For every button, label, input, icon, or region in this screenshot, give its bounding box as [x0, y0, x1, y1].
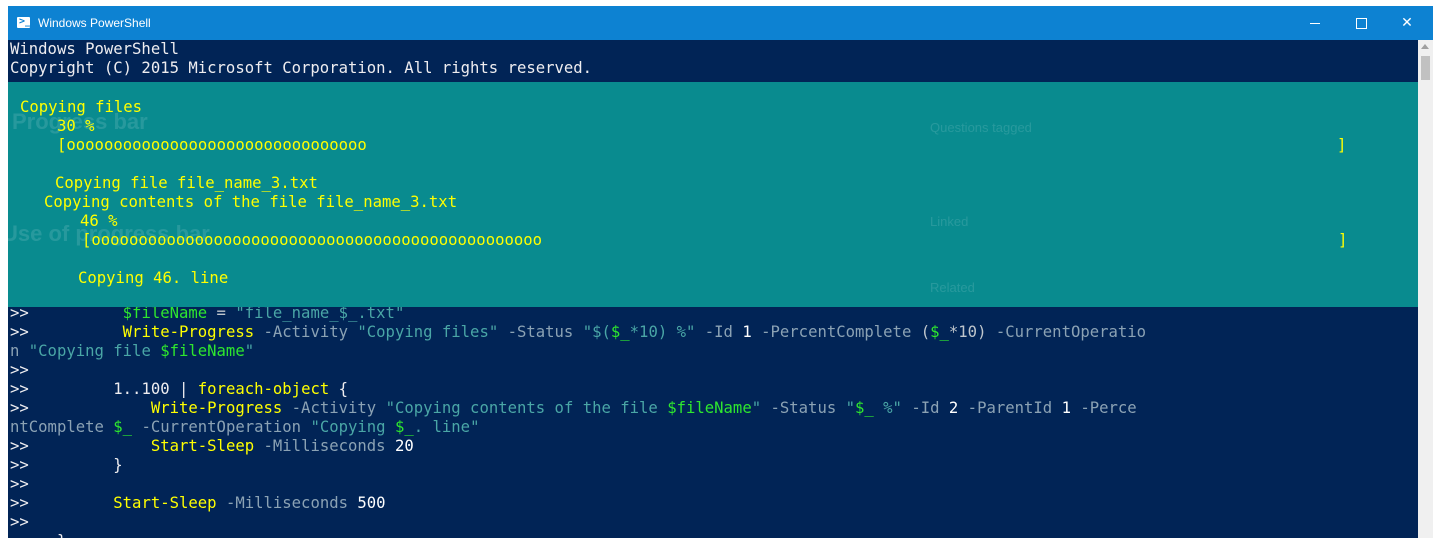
console-line: >> Start-Sleep -Milliseconds 500	[10, 494, 386, 513]
progress-status: 46 %	[80, 212, 118, 230]
script-variable: $_	[855, 399, 874, 417]
progress-activity: Copying files	[20, 98, 143, 116]
progress-bar: [ooooooooooooooooooooooooooooooooooooooo…	[82, 231, 542, 250]
console-line: >> Write-Progress -Activity "Copying con…	[10, 399, 1137, 418]
background-side-text: Linked	[930, 214, 969, 229]
script-string: "Copying files"	[357, 323, 499, 341]
script-string: "	[244, 342, 255, 360]
script-parameter: ntComplete	[10, 418, 114, 436]
background-side-text: Questions tagged	[930, 120, 1032, 135]
console-header-line: Windows PowerShell	[10, 40, 179, 58]
script-parameter: -Id	[695, 323, 743, 341]
script-parameter: -Activity	[254, 323, 358, 341]
script-variable: $_	[394, 418, 414, 436]
script-operator: (	[920, 323, 931, 341]
script-parameter: -CurrentOperatio	[986, 323, 1147, 341]
continuation-prompt: >>	[10, 399, 29, 417]
script-string: %"	[873, 399, 902, 417]
maximize-button[interactable]	[1338, 6, 1384, 40]
console-line: >> Start-Sleep -Milliseconds 20	[10, 437, 414, 456]
script-variable: $fileName	[160, 342, 245, 360]
continuation-prompt: >>	[10, 513, 29, 531]
continuation-prompt: >>	[10, 456, 29, 474]
progress-bar-close: ]	[1338, 231, 1348, 249]
background-side-text: Related	[930, 280, 975, 295]
console-line: ntComplete $_ -CurrentOperation "Copying…	[10, 418, 479, 437]
progress-bar: [oooooooooooooooooooooooooooooooo	[57, 136, 367, 155]
progress-bar-open: [	[57, 136, 67, 154]
script-string: "	[751, 399, 762, 417]
script-parameter: -Activity	[282, 399, 386, 417]
close-icon: ✕	[1401, 15, 1413, 31]
script-operator: *10)	[948, 323, 987, 341]
script-string: *10) %"	[629, 323, 696, 341]
script-parameter: -PercentComplete	[751, 323, 921, 341]
minimize-button[interactable]	[1292, 6, 1338, 40]
continuation-prompt: >>	[10, 380, 29, 398]
script-number: 1	[742, 323, 752, 341]
script-parameter: -ParentId	[958, 399, 1062, 417]
script-variable: $_	[113, 418, 133, 436]
script-command: Write-Progress	[150, 399, 283, 417]
script-command: Start-Sleep	[113, 494, 217, 512]
script-string: "	[845, 399, 855, 417]
script-brace: }	[113, 456, 123, 474]
script-parameter: -Id	[901, 399, 949, 417]
console-line: >> Write-Progress -Activity "Copying fil…	[10, 323, 1146, 342]
progress-current-operation: Copying file file_name_3.txt	[55, 174, 318, 192]
console-header-line: Copyright (C) 2015 Microsoft Corporation…	[10, 59, 593, 77]
script-brace: {	[329, 380, 349, 398]
continuation-prompt: >>	[10, 437, 29, 455]
script-command: foreach-object	[197, 380, 330, 398]
progress-bar-fill: oooooooooooooooooooooooooooooooo	[66, 136, 367, 154]
script-number: 500	[357, 494, 386, 512]
window-title: Windows PowerShell	[38, 16, 151, 30]
progress-panel: Progress bar Use of progress bar Questio…	[8, 82, 1418, 307]
script-parameter: -Milliseconds	[254, 437, 395, 455]
script-variable: $fileName	[667, 399, 752, 417]
script-variable: $_	[610, 323, 630, 341]
progress-status: 30 %	[57, 117, 95, 135]
script-operator: |	[169, 380, 198, 398]
script-parameter: -CurrentOperation	[132, 418, 311, 436]
vertical-scrollbar[interactable]	[1418, 40, 1433, 538]
script-string: "$(	[582, 323, 611, 341]
title-bar[interactable]: >_ Windows PowerShell ✕	[8, 6, 1433, 40]
script-variable: $_	[930, 323, 949, 341]
progress-bar-close: ]	[1337, 136, 1347, 154]
script-number: 2	[948, 399, 959, 417]
powershell-window: >_ Windows PowerShell ✕ Windows PowerShe…	[8, 6, 1433, 538]
script-string: "Copying	[310, 418, 395, 436]
script-parameter: -Perce	[1070, 399, 1137, 417]
script-command: Start-Sleep	[150, 437, 255, 455]
script-parameter: -Milliseconds	[216, 494, 358, 512]
progress-activity: Copying contents of the file file_name_3…	[44, 193, 458, 211]
console-line: }	[10, 532, 66, 538]
progress-bar-fill: oooooooooooooooooooooooooooooooooooooooo…	[91, 231, 543, 249]
progress-current-operation: Copying 46. line	[78, 269, 229, 287]
script-range: 1..100	[113, 380, 170, 398]
scrollbar-thumb[interactable]	[1421, 56, 1430, 80]
script-number: 1	[1061, 399, 1071, 417]
console-line: >> 1..100 | foreach-object {	[10, 380, 348, 399]
minimize-icon	[1310, 23, 1320, 24]
continuation-prompt: >>	[10, 494, 29, 512]
script-command: Write-Progress	[122, 323, 255, 341]
script-string: "Copying contents of the file	[385, 399, 668, 417]
script-string: . line"	[413, 418, 480, 436]
scroll-up-icon[interactable]	[1421, 44, 1429, 49]
script-parameter: -Status	[498, 323, 583, 341]
maximize-icon	[1356, 18, 1367, 29]
powershell-icon: >_	[17, 16, 32, 28]
console-line: >> }	[10, 456, 123, 475]
console-output[interactable]: Windows PowerShell Copyright (C) 2015 Mi…	[8, 40, 1418, 538]
continuation-prompt: >>	[10, 475, 29, 493]
progress-bar-open: [	[82, 231, 92, 249]
script-brace: }	[57, 532, 66, 538]
script-number: 20	[394, 437, 414, 455]
script-parameter: -Status	[761, 399, 846, 417]
close-button[interactable]: ✕	[1384, 6, 1430, 40]
